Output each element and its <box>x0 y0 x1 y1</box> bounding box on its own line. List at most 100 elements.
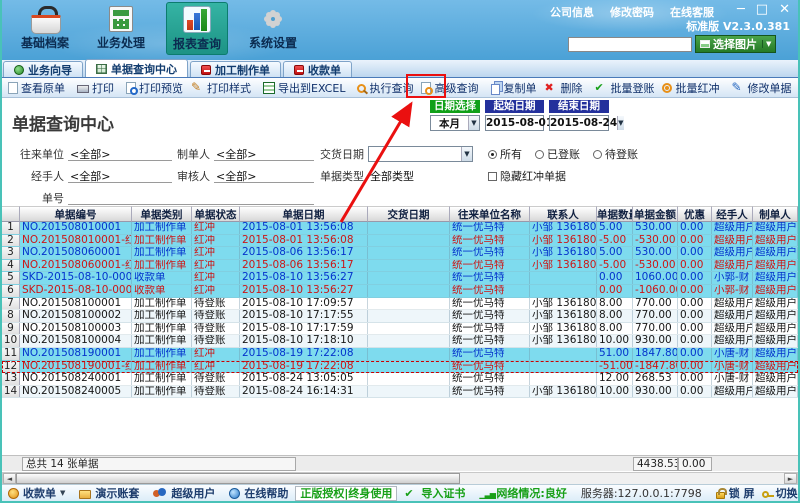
doc-type-field[interactable]: 单据类型全部类型 <box>318 168 463 184</box>
column-header-11[interactable]: 经手人 <box>712 206 753 222</box>
table-cell: 0.00 <box>678 247 712 259</box>
column-header-8[interactable]: 单据数量 <box>597 206 633 222</box>
scrollbar-thumb[interactable] <box>16 473 460 484</box>
titlebar-link-0[interactable]: 公司信息 <box>550 4 594 20</box>
table-cell: 0.00 <box>678 285 712 297</box>
scroll-left-arrow[interactable]: ◄ <box>3 473 16 484</box>
partner-field[interactable]: 往来单位<全部> <box>16 146 172 162</box>
radio-所有[interactable]: 所有 <box>488 146 522 162</box>
column-header-6[interactable]: 往来单位名称 <box>450 206 530 222</box>
column-header-5[interactable]: 交货日期 <box>368 206 450 222</box>
radio-icon[interactable] <box>593 150 602 159</box>
column-header-4[interactable]: 单据日期 <box>240 206 368 222</box>
column-header-0[interactable] <box>2 206 20 222</box>
radio-icon[interactable] <box>488 150 497 159</box>
view-original-button[interactable]: 查看原单 <box>4 79 69 97</box>
table-cell: 超级用户 <box>753 298 798 310</box>
chevron-down-icon[interactable]: ▼ <box>60 489 65 497</box>
column-header-1[interactable]: 单据编号 <box>20 206 132 222</box>
minimize-button[interactable]: ─ <box>737 2 745 18</box>
advanced-query-button[interactable]: 高级查询 <box>417 79 482 97</box>
table-row[interactable]: 4NO.201508060001-红冲加工制作单红冲2015-08-06 13:… <box>2 260 798 273</box>
batch-post-button[interactable]: 批量登账 <box>590 79 658 97</box>
table-row[interactable]: 13NO.201508240001加工制作单待登账2015-08-24 13:0… <box>2 373 798 386</box>
nav-item-business-process[interactable]: 业务处理 <box>90 2 152 55</box>
delivery-date-field-combo[interactable]: ▼ <box>368 146 473 162</box>
modify-document-button[interactable]: 修改单据 <box>727 79 795 97</box>
radio-label-1: 已登账 <box>547 146 580 162</box>
delete-button[interactable]: 删除 <box>540 79 586 97</box>
date-preset-select[interactable]: 本月▼ <box>430 115 480 131</box>
table-row[interactable]: 3NO.201508060001加工制作单红冲2015-08-06 13:56:… <box>2 247 798 260</box>
nav-item-basic-archives[interactable]: 基础档案 <box>14 2 76 55</box>
batch-red-flush-label: 批量红冲 <box>675 80 719 96</box>
nav-item-system-settings[interactable]: 系统设置 <box>242 2 304 55</box>
start-date-select[interactable]: 2015-08-01▼ <box>485 115 544 131</box>
nav-item-report-query[interactable]: 报表查询 <box>166 2 228 55</box>
horizontal-scrollbar[interactable]: ◄ ► <box>2 472 798 484</box>
hide-red-checkbox[interactable]: 隐藏红冲单据 <box>488 168 566 184</box>
titlebar-link-1[interactable]: 修改密码 <box>610 4 654 20</box>
lock-screen-label: 锁 屏 <box>729 485 755 501</box>
column-header-2[interactable]: 单据类别 <box>132 206 192 222</box>
chart-icon <box>183 6 211 33</box>
column-header-3[interactable]: 单据状态 <box>192 206 240 222</box>
chevron-down-icon[interactable]: ▼ <box>461 147 472 161</box>
print-style-button[interactable]: 打印样式 <box>187 79 255 97</box>
doc-number-field[interactable]: 单号 <box>16 190 314 206</box>
table-cell: 小郭-财 <box>712 272 753 284</box>
maximize-button[interactable]: □ <box>756 2 768 18</box>
statusbar-demo-account[interactable]: 演示账套 <box>79 485 139 501</box>
tab-document-query-center[interactable]: 单据查询中心 <box>85 59 188 77</box>
table-row[interactable]: 8NO.201508100002加工制作单待登账2015-08-10 17:17… <box>2 310 798 323</box>
copy-document-button[interactable]: 复制单 <box>486 79 540 97</box>
table-row[interactable]: 10NO.201508100004加工制作单待登账2015-08-10 17:1… <box>2 335 798 348</box>
export-excel-button[interactable]: 导出到EXCEL <box>259 79 349 97</box>
close-button[interactable]: ✕ <box>779 2 790 18</box>
statusbar-switch-user[interactable]: 切换用户 <box>762 485 800 501</box>
radio-待登账[interactable]: 待登账 <box>593 146 638 162</box>
table-row[interactable]: 14NO.201508240005加工制作单待登账2015-08-24 16:1… <box>2 386 798 399</box>
print-button[interactable]: 打印 <box>73 79 118 97</box>
handler-field[interactable]: 经手人<全部> <box>16 168 172 184</box>
table-row[interactable]: 11NO.201508190001加工制作单红冲2015-08-19 17:22… <box>2 348 798 361</box>
statusbar-lock-screen[interactable]: 锁 屏 <box>716 485 755 501</box>
column-header-10[interactable]: 优惠 <box>678 206 712 222</box>
table-cell <box>368 335 450 347</box>
table-cell: 2015-08-10 17:17:59 <box>240 323 368 335</box>
chevron-down-icon[interactable]: ▼ <box>617 116 623 130</box>
end-date-select[interactable]: 2015-08-24▼ <box>549 115 609 131</box>
chevron-down-icon[interactable]: ▼ <box>468 116 479 130</box>
radio-已登账[interactable]: 已登账 <box>535 146 580 162</box>
table-row[interactable]: 5SKD-2015-08-10-0001收款单红冲2015-08-10 13:5… <box>2 272 798 285</box>
chevron-down-icon[interactable]: ▼ <box>762 40 771 48</box>
batch-red-flush-button[interactable]: 批量红冲 <box>658 79 723 97</box>
delivery-date-field[interactable]: 交货日期▼ <box>318 146 473 162</box>
tab-business-wizard[interactable]: 业务向导 <box>3 61 83 77</box>
scroll-right-arrow[interactable]: ► <box>784 473 797 484</box>
table-cell: 51.00 <box>597 348 633 360</box>
table-row[interactable]: 1NO.201508010001加工制作单红冲2015-08-01 13:56:… <box>2 222 798 235</box>
statusbar-receipt-menu[interactable]: 收款单▼ <box>8 485 65 501</box>
checkbox-icon[interactable] <box>488 172 497 181</box>
print-preview-button[interactable]: 打印预览 <box>122 79 187 97</box>
column-header-12[interactable]: 制单人 <box>753 206 798 222</box>
image-path-input[interactable] <box>568 37 692 52</box>
run-query-button[interactable]: 执行查询 <box>353 79 417 97</box>
creator-field[interactable]: 制单人<全部> <box>170 146 314 162</box>
auditor-field[interactable]: 审核人<全部> <box>170 168 314 184</box>
select-image-button[interactable]: 选择图片 ▼ <box>695 35 776 53</box>
tab-processing-order[interactable]: 加工制作单 <box>190 61 281 77</box>
table-row[interactable]: 7NO.201508100001加工制作单待登账2015-08-10 17:09… <box>2 298 798 311</box>
statusbar-import-cert[interactable]: 导入证书 <box>404 485 465 501</box>
column-header-9[interactable]: 单据金额 <box>633 206 678 222</box>
radio-icon[interactable] <box>535 150 544 159</box>
table-row[interactable]: 2NO.201508010001-红冲加工制作单红冲2015-08-01 13:… <box>2 235 798 248</box>
table-row[interactable]: 9NO.201508100003加工制作单待登账2015-08-10 17:17… <box>2 323 798 336</box>
table-row[interactable]: 12NO.201508190001-红冲加工制作单红冲2015-08-19 17… <box>2 361 798 374</box>
statusbar-online-help[interactable]: 在线帮助 <box>229 485 288 501</box>
table-row[interactable]: 6SKD-2015-08-10-0001-红冲收款单红冲2015-08-10 1… <box>2 285 798 298</box>
tab-receipt-order[interactable]: 收款单 <box>283 61 352 77</box>
column-header-7[interactable]: 联系人 <box>530 206 597 222</box>
amount-total-box: 4438.53 <box>633 457 678 471</box>
